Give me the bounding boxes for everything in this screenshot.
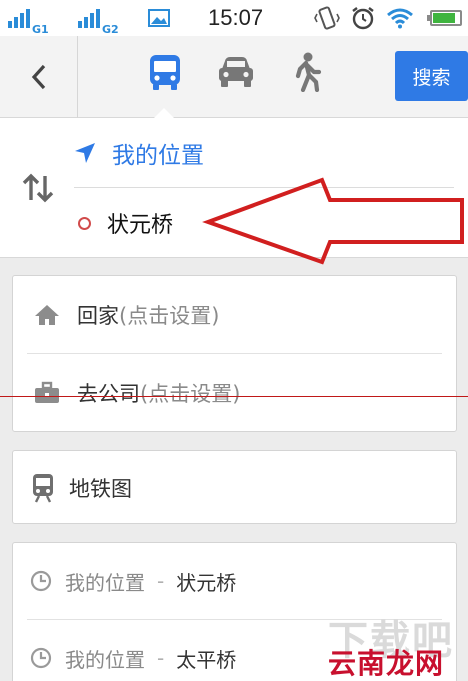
- annotation-line: [0, 396, 468, 397]
- work-label: 去公司: [77, 381, 140, 406]
- wifi-icon: [386, 0, 414, 36]
- alarm-icon: [350, 0, 376, 36]
- watermark: 下载吧 云南龙网: [320, 612, 468, 681]
- route-from-field[interactable]: 我的位置: [74, 118, 454, 188]
- back-button[interactable]: [0, 36, 78, 118]
- home-hint: (点击设置): [119, 303, 220, 328]
- mode-bus-button[interactable]: [145, 52, 185, 92]
- swap-arrows-icon: [22, 173, 54, 203]
- bus-icon: [150, 55, 180, 90]
- sim2-label: G2: [102, 23, 119, 36]
- signal-icon: [78, 8, 100, 28]
- status-bar: G1 G2 15:07: [0, 0, 468, 36]
- watermark-site: 云南龙网: [328, 647, 445, 680]
- history-from: 我的位置: [65, 647, 145, 672]
- mode-car-button[interactable]: [216, 52, 256, 92]
- route-panel: 我的位置 状元桥: [0, 118, 468, 258]
- signal-icon: [8, 8, 30, 28]
- clock: 15:07: [208, 5, 264, 30]
- briefcase-icon: [33, 379, 61, 407]
- subway-map-item[interactable]: 地铁图: [13, 451, 458, 525]
- image-icon: [148, 0, 170, 36]
- vibrate-icon: [314, 0, 340, 36]
- subway-card[interactable]: 地铁图: [12, 450, 457, 524]
- shortcuts-card: 回家 (点击设置) 去公司 (点击设置): [12, 275, 457, 432]
- work-shortcut[interactable]: 去公司 (点击设置): [13, 354, 458, 431]
- destination-dot-icon: [78, 216, 91, 230]
- location-arrow-icon: [75, 142, 95, 163]
- route-to-text: 状元桥: [107, 213, 174, 238]
- history-separator: -: [157, 569, 165, 593]
- work-hint: (点击设置): [140, 381, 241, 406]
- subway-label: 地铁图: [69, 477, 132, 501]
- signal-sim1: G1: [8, 0, 49, 36]
- search-button[interactable]: 搜索: [395, 51, 468, 101]
- toolbar: 搜索: [0, 36, 468, 119]
- clock-icon: [29, 567, 53, 595]
- history-to: 状元桥: [176, 570, 237, 595]
- home-label: 回家: [77, 303, 119, 328]
- signal-sim2: G2: [78, 0, 119, 36]
- home-icon: [33, 301, 61, 329]
- route-from-text: 我的位置: [112, 142, 204, 169]
- home-shortcut[interactable]: 回家 (点击设置): [13, 276, 458, 353]
- route-to-field[interactable]: 状元桥: [74, 188, 454, 258]
- car-icon: [219, 57, 253, 87]
- history-separator: -: [157, 646, 165, 670]
- swap-button[interactable]: [20, 170, 56, 206]
- history-to: 太平桥: [176, 647, 237, 672]
- battery-icon: [427, 0, 462, 36]
- mode-walk-button[interactable]: [287, 52, 327, 92]
- subway-icon: [29, 474, 57, 503]
- chevron-left-icon: [31, 64, 45, 90]
- sim1-label: G1: [32, 23, 49, 36]
- walk-icon: [295, 52, 322, 92]
- clock-icon: [29, 644, 53, 672]
- history-from: 我的位置: [65, 570, 145, 595]
